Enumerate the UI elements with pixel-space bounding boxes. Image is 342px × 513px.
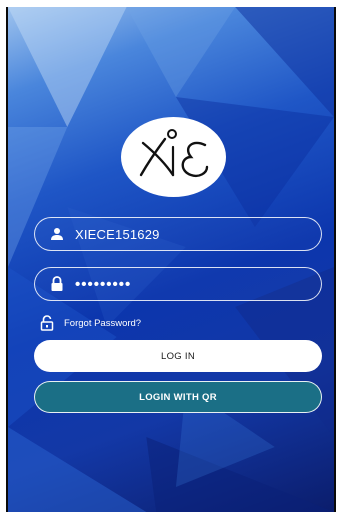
login-screen: XIECE151629 ••••••••• Forgot Password? L… [6,7,336,512]
username-field[interactable]: XIECE151629 [34,217,322,251]
xie-logo [121,117,226,197]
password-value: ••••••••• [75,275,132,293]
forgot-password-label: Forgot Password? [64,317,142,329]
lock-icon [49,276,65,292]
password-field[interactable]: ••••••••• [34,267,322,301]
forgot-password-link[interactable]: Forgot Password? [40,315,141,331]
unlock-icon [40,315,56,331]
person-icon [49,226,65,242]
background-pattern [8,7,334,512]
login-with-qr-button[interactable]: LOGIN WITH QR [34,381,322,413]
username-value: XIECE151629 [75,226,160,242]
login-button[interactable]: LOG IN [34,340,322,372]
